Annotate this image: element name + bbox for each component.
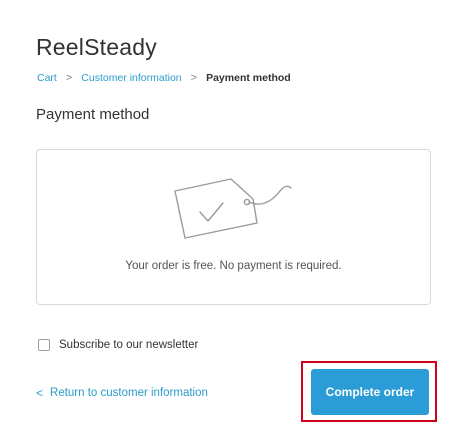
- complete-order-button[interactable]: Complete order: [311, 369, 429, 415]
- breadcrumb-separator: >: [65, 72, 73, 84]
- newsletter-option[interactable]: Subscribe to our newsletter: [38, 339, 198, 351]
- chevron-left-icon: <: [36, 386, 44, 400]
- breadcrumb-separator: >: [190, 72, 198, 84]
- store-name: ReelSteady: [36, 34, 157, 60]
- price-tag-check-icon: [174, 178, 292, 239]
- newsletter-label: Subscribe to our newsletter: [59, 339, 199, 351]
- return-link-label: Return to customer information: [50, 387, 208, 399]
- free-order-message: Your order is free. No payment is requir…: [125, 260, 342, 272]
- breadcrumb-payment-method: Payment method: [206, 72, 291, 84]
- breadcrumb: Cart > Customer information > Payment me…: [37, 72, 291, 84]
- breadcrumb-cart[interactable]: Cart: [37, 72, 57, 84]
- payment-box: Your order is free. No payment is requir…: [36, 149, 431, 305]
- newsletter-checkbox[interactable]: [38, 339, 50, 351]
- return-to-customer-information-link[interactable]: < Return to customer information: [36, 386, 208, 400]
- breadcrumb-customer-information[interactable]: Customer information: [81, 72, 181, 84]
- section-title: Payment method: [36, 106, 150, 123]
